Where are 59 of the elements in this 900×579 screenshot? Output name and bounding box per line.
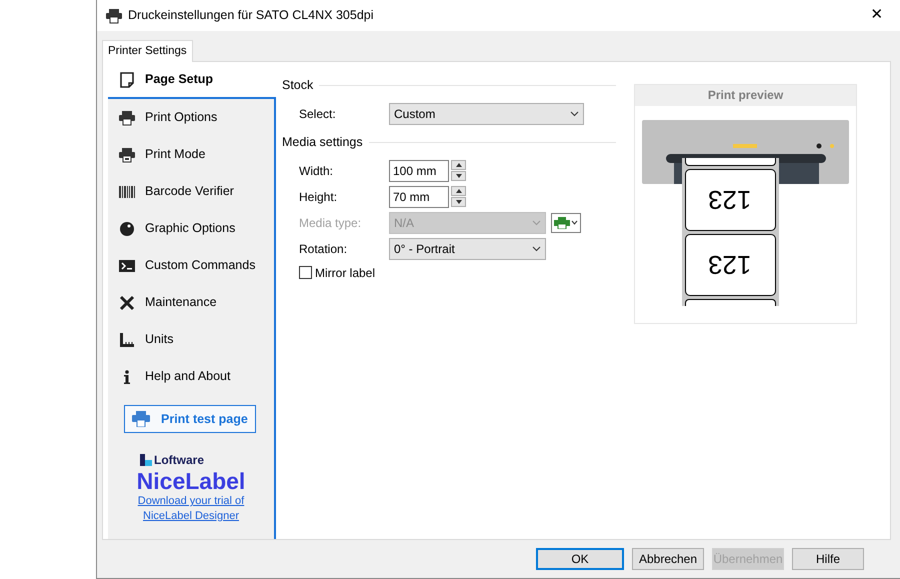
logo-icon (140, 454, 152, 466)
dropdown[interactable]: 0° - Portrait (389, 238, 546, 260)
field-label: Media type: (299, 214, 362, 232)
sidebar-item[interactable]: Custom Commands (108, 247, 274, 284)
dialog-button[interactable]: Abbrechen (632, 548, 704, 570)
printer-icon (119, 110, 135, 126)
up-arrow-icon (456, 189, 462, 193)
page-icon (119, 72, 135, 88)
tab[interactable]: Printer Settings (102, 40, 193, 62)
section-heading: Media settings (282, 134, 363, 151)
caret-icon (571, 220, 578, 225)
window-title: Druckeinstellungen für SATO CL4NX 305dpi (128, 7, 375, 24)
caret-icon (532, 220, 541, 226)
download-link[interactable]: Download your trial of NiceLabel Designer (131, 494, 251, 523)
field-label: Height: (299, 188, 338, 206)
ball-icon (119, 220, 135, 236)
sidebar-item[interactable]: Page Setup (108, 62, 276, 99)
dialog-button[interactable]: OK (536, 548, 624, 570)
dropdown[interactable]: Custom (389, 102, 584, 125)
barcode-icon (119, 184, 135, 200)
spin-down-button[interactable] (451, 171, 466, 181)
tools-icon (119, 294, 135, 310)
section-heading: Stock (282, 77, 314, 94)
checkbox[interactable] (299, 266, 312, 279)
dialog-button[interactable]: Hilfe (792, 548, 864, 570)
printer-icon (131, 411, 151, 427)
up-arrow-icon (456, 163, 462, 167)
sidebar-item[interactable]: Print Options (108, 99, 274, 136)
sidebar-item[interactable]: Barcode Verifier (108, 173, 274, 210)
checkbox-label: Mirror label (315, 264, 376, 282)
caret-icon (570, 110, 579, 117)
spin-up-button[interactable] (451, 160, 466, 170)
ruler-icon (119, 332, 135, 348)
label-text: 123 (708, 187, 752, 213)
preview-title: Print preview (635, 85, 856, 106)
label-text: 123 (708, 252, 752, 278)
sidebar-item[interactable]: Units (108, 321, 274, 358)
field-label: Select: (299, 106, 337, 123)
printer-icon (106, 8, 122, 24)
close-button[interactable]: ✕ (854, 0, 900, 31)
spin-down-button[interactable] (451, 197, 466, 207)
sidebar-item[interactable]: Graphic Options (108, 210, 274, 247)
printer-icon (119, 146, 135, 162)
down-arrow-icon (456, 174, 462, 178)
sidebar-item[interactable]: Print Mode (108, 136, 274, 173)
caret-icon (532, 246, 541, 252)
number-field[interactable]: 70 mm (389, 186, 449, 208)
company-name: Loftware (154, 452, 204, 469)
sidebar-item[interactable]: Help and About (108, 358, 274, 395)
spin-up-button[interactable] (451, 186, 466, 196)
down-arrow-icon (456, 200, 462, 204)
field-label: Width: (299, 162, 334, 180)
printer-icon (554, 216, 570, 228)
field-label: Rotation: (299, 240, 348, 258)
sidebar-item[interactable]: Maintenance (108, 284, 274, 321)
print-test-page-button[interactable]: Print test page (124, 405, 256, 433)
product-name: NiceLabel (136, 469, 246, 494)
terminal-icon (119, 258, 135, 274)
number-field[interactable]: 100 mm (389, 160, 449, 182)
